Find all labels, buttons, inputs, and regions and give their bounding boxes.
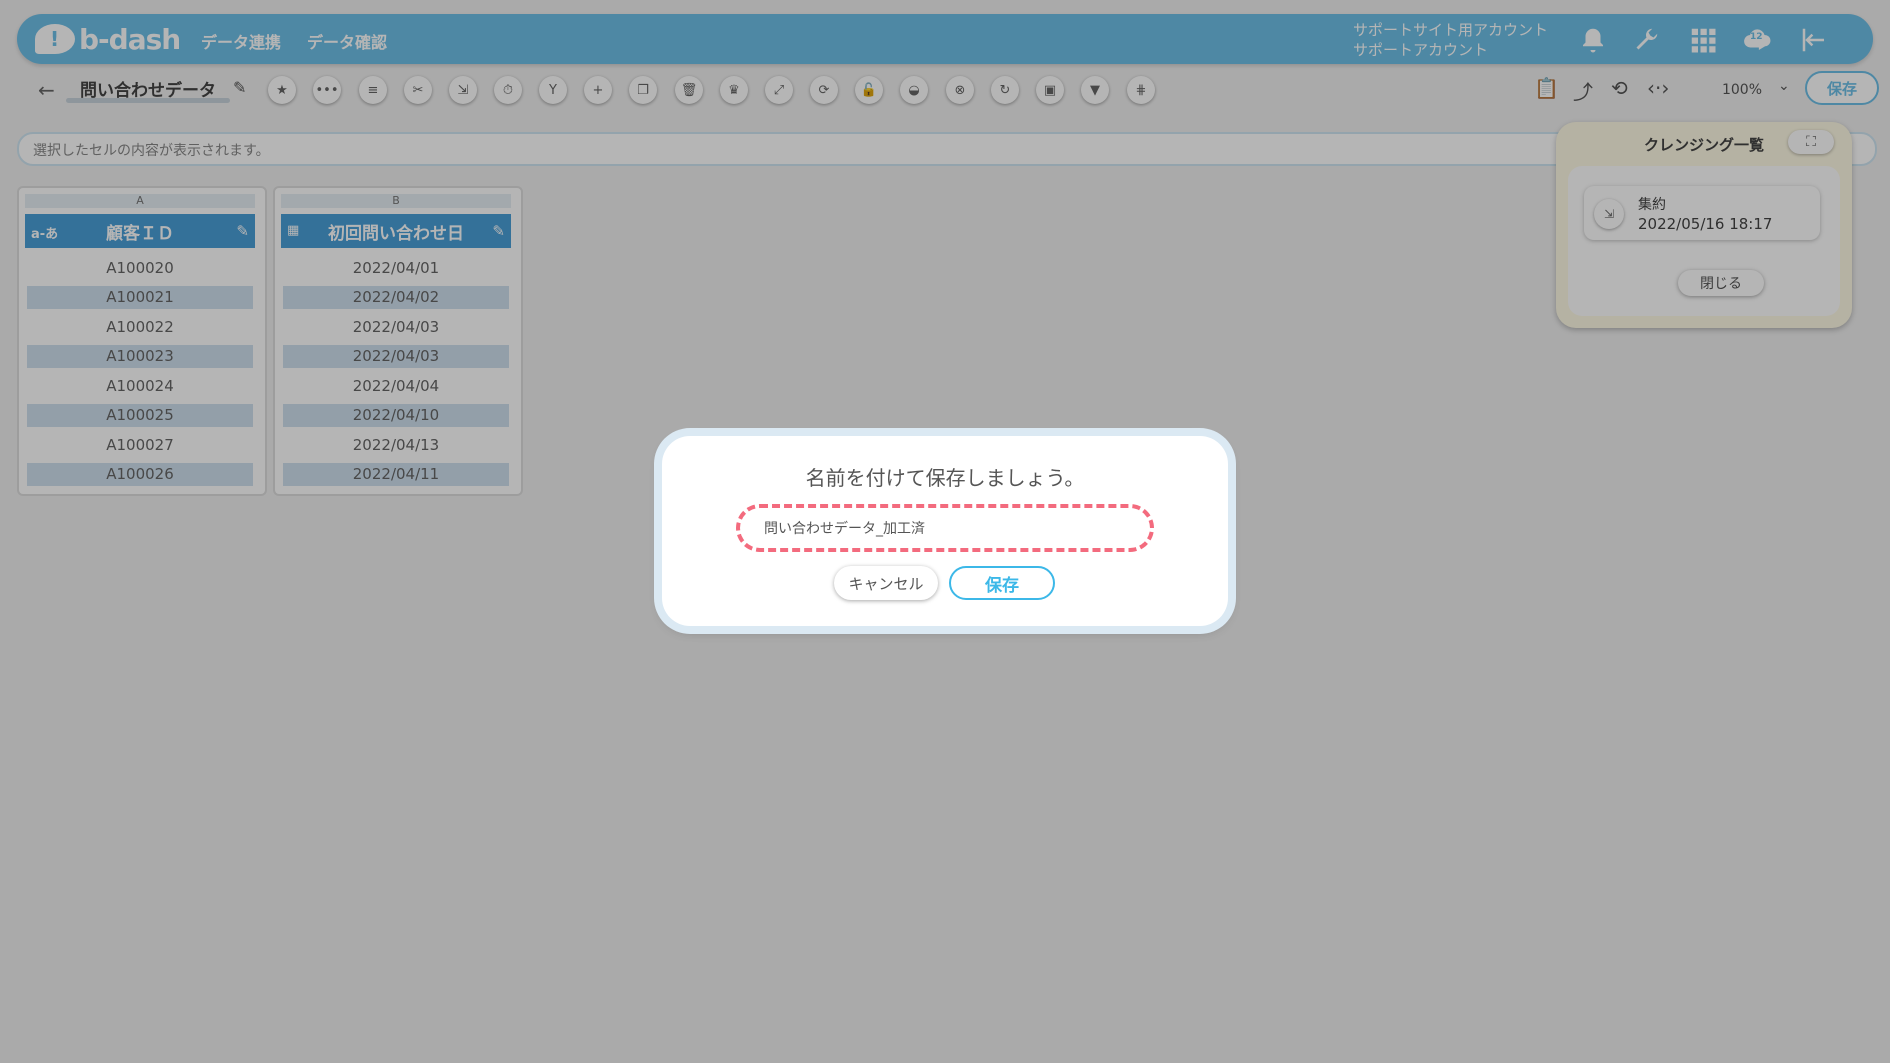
- app-root: b-dash データ連携 データ確認 サポートサイト用アカウント サポートアカウ…: [0, 0, 1890, 1063]
- cancel-button[interactable]: キャンセル: [834, 566, 938, 600]
- dialog-title: 名前を付けて保存しましょう。: [805, 466, 1085, 490]
- file-name-input[interactable]: [736, 504, 1154, 552]
- save-name-dialog: 名前を付けて保存しましょう。 キャンセル 保存: [662, 436, 1228, 626]
- save-button[interactable]: 保存: [949, 566, 1055, 600]
